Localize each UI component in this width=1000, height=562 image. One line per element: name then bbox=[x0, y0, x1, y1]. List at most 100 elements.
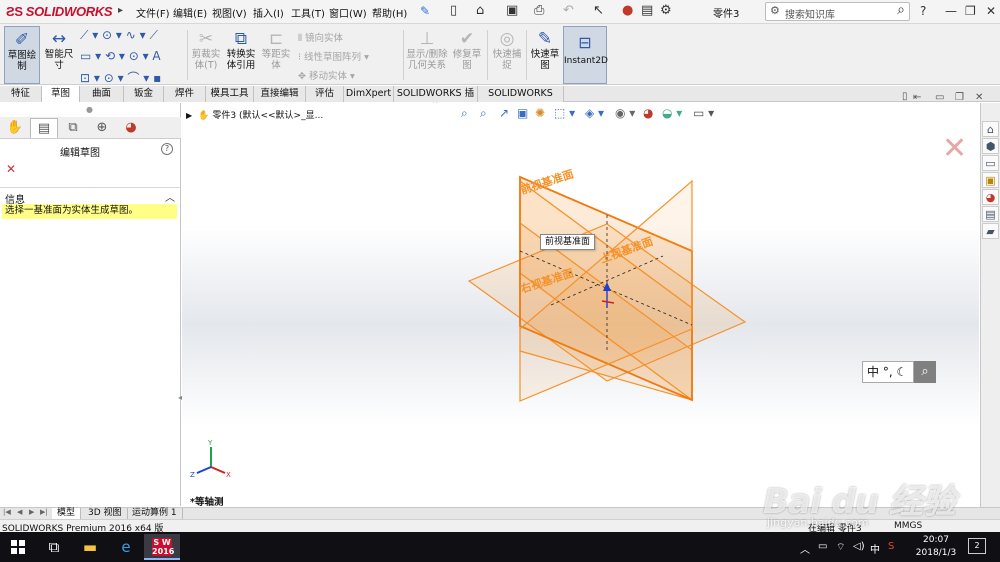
help-icon[interactable]: ? bbox=[161, 143, 173, 155]
pin-icon[interactable]: ✎ bbox=[420, 4, 430, 18]
sketch-button[interactable]: ✐ 草图绘 制 bbox=[4, 26, 40, 84]
linear-pattern-button[interactable]: ⁝ 线性草图阵列 ▾ bbox=[298, 49, 369, 63]
tab-evaluate[interactable]: 评估 bbox=[306, 86, 344, 102]
ime-indicator[interactable]: 中 °, ☾ bbox=[862, 361, 914, 383]
status-units[interactable]: MMGS bbox=[894, 521, 922, 531]
mirror-entities-button[interactable]: ⫴ 镜向实体 bbox=[298, 30, 343, 44]
tab-solidworks-mbd[interactable]: SOLIDWORKS MBD bbox=[478, 86, 564, 114]
close-window-button[interactable]: ✕ bbox=[986, 4, 996, 18]
tab-next-icon[interactable]: ▶ bbox=[29, 508, 34, 516]
minimize-button[interactable]: — bbox=[945, 4, 957, 18]
tab-weldments[interactable]: 焊件 bbox=[164, 86, 206, 102]
trim-entities-button[interactable]: ✂ 剪裁实 体(T) bbox=[190, 26, 222, 84]
tab-last-icon[interactable]: ▶| bbox=[40, 508, 48, 516]
battery-icon[interactable]: ▭ bbox=[818, 541, 827, 552]
viewport-restore-icon[interactable]: ❐ bbox=[955, 92, 964, 103]
file-explorer-icon[interactable]: ▭ bbox=[982, 155, 999, 171]
appearances-icon[interactable]: ◕ bbox=[982, 189, 999, 205]
display-relations-button[interactable]: ⊥ 显示/删除 几何关系 bbox=[405, 26, 449, 84]
help-question-icon[interactable]: ? bbox=[920, 4, 926, 18]
tab-direct-editing[interactable]: 直接编辑 bbox=[254, 86, 306, 102]
status-bar: SOLIDWORKS Premium 2016 x64 版 在编辑 零件3 MM… bbox=[0, 519, 1000, 534]
panel-grip-icon[interactable]: ● bbox=[86, 105, 93, 114]
menu-window[interactable]: 窗口(W) bbox=[329, 5, 367, 20]
tab-sketch[interactable]: 草图 bbox=[42, 86, 80, 102]
file-properties-icon[interactable]: ▤ bbox=[641, 3, 653, 21]
options-gear-icon[interactable]: ⚙ bbox=[660, 3, 672, 21]
menu-tools[interactable]: 工具(T) bbox=[291, 5, 325, 20]
tab-sheet-metal[interactable]: 钣金 bbox=[124, 86, 164, 102]
viewport-back-icon[interactable]: ⇤ bbox=[913, 92, 921, 103]
tray-ime[interactable]: 中 bbox=[870, 541, 880, 556]
custom-properties-icon[interactable]: ▤ bbox=[982, 206, 999, 222]
instant2d-button[interactable]: ⊟ Instant2D bbox=[563, 26, 608, 84]
separator bbox=[187, 30, 188, 80]
design-library-icon[interactable]: ⬢ bbox=[982, 138, 999, 154]
open-folder-icon[interactable]: ⌂ bbox=[476, 3, 484, 21]
move-entities-button[interactable]: ✥ 移动实体 ▾ bbox=[298, 68, 355, 82]
menu-help[interactable]: 帮助(H) bbox=[372, 5, 407, 20]
save-icon[interactable]: ▣ bbox=[506, 3, 518, 21]
triad-z-label: Z bbox=[190, 471, 195, 479]
tab-mold-tools[interactable]: 模具工具 bbox=[206, 86, 254, 102]
info-section-header[interactable]: 信息 ︿ bbox=[0, 187, 181, 206]
convert-entities-button[interactable]: ⧉ 转换实 体引用 bbox=[224, 26, 258, 84]
ime-search-icon[interactable]: ⌕ bbox=[914, 361, 936, 383]
line-tool-icon[interactable]: ⟋ ▾ ⊙ ▾ ∿ ▾ ⟋ bbox=[80, 28, 158, 43]
print-icon[interactable]: ⎙ bbox=[534, 3, 544, 21]
new-document-icon[interactable]: ▯ bbox=[450, 3, 457, 21]
chevron-up-icon[interactable]: ︿ bbox=[165, 189, 175, 204]
edge-browser-icon[interactable]: e bbox=[108, 534, 144, 560]
panel-expand-icon[interactable]: ▯ bbox=[902, 91, 908, 102]
search-input[interactable]: 搜索知识库 bbox=[785, 6, 835, 21]
menu-view[interactable]: 视图(V) bbox=[212, 5, 247, 20]
search-icon[interactable]: ⌕ bbox=[897, 2, 905, 18]
menu-insert[interactable]: 插入(I) bbox=[253, 5, 284, 20]
tab-dimxpert[interactable]: DimXpert bbox=[344, 86, 394, 102]
cancel-close-icon[interactable]: ✕ bbox=[6, 162, 16, 176]
property-manager-tab-icon[interactable]: ▤ bbox=[30, 118, 58, 138]
solidworks-logo[interactable]: ƧS SOLIDWORKS bbox=[6, 4, 113, 19]
menu-edit[interactable]: 编辑(E) bbox=[173, 5, 207, 20]
undo-icon[interactable]: ↶ bbox=[563, 3, 574, 21]
graphics-area[interactable]: ▶ ✋ 零件3 (默认<<默认>_显... ⌕ ⌕ ↗ ▣ ✺ ⬚ ▾ ◈ ▾ ◉ … bbox=[182, 91, 979, 508]
solidworks-taskbar-app[interactable]: S W 2016 bbox=[144, 534, 180, 560]
dimxpert-manager-tab-icon[interactable]: ⊕ bbox=[88, 118, 116, 138]
windows-start-icon[interactable] bbox=[11, 540, 25, 554]
rectangle-tool-icon[interactable]: ▭ ▾ ⟲ ▾ ⊙ ▾ A bbox=[80, 49, 161, 63]
configuration-manager-tab-icon[interactable]: ⧉ bbox=[59, 118, 87, 138]
forum-icon[interactable]: ▰ bbox=[982, 223, 999, 239]
rebuild-traffic-light-icon[interactable]: ● bbox=[622, 3, 633, 21]
file-explorer-taskbar-icon[interactable]: ▬ bbox=[72, 534, 108, 560]
tab-first-icon[interactable]: |◀ bbox=[3, 508, 11, 516]
task-view-icon[interactable]: ⧉ bbox=[36, 534, 72, 560]
select-arrow-icon[interactable]: ↖ bbox=[593, 3, 604, 21]
feature-manager-tab-icon[interactable]: ✋ bbox=[1, 118, 29, 138]
viewport-minimize-icon[interactable]: ▭ bbox=[935, 92, 944, 103]
volume-icon[interactable]: ◁) bbox=[853, 541, 865, 552]
slot-tool-icon[interactable]: ⊡ ▾ ⊙ ▾ ⌒ ▾ ▪ bbox=[80, 69, 161, 86]
menu-file[interactable]: 文件(F) bbox=[136, 5, 170, 20]
offset-entities-button[interactable]: ⊏ 等距实 体 bbox=[260, 26, 292, 84]
repair-sketch-button[interactable]: ✔ 修复草 图 bbox=[451, 26, 483, 84]
restore-button[interactable]: ❐ bbox=[965, 4, 976, 18]
tab-solidworks-addins[interactable]: SOLIDWORKS 插件 bbox=[394, 86, 478, 114]
tab-features[interactable]: 特征 bbox=[0, 86, 42, 102]
solidworks-resources-icon[interactable]: ⌂ bbox=[982, 121, 999, 137]
network-icon[interactable]: ⌔ bbox=[836, 541, 845, 554]
tray-chevron-up-icon[interactable]: ︿ bbox=[800, 541, 810, 556]
taskbar-clock[interactable]: 20:07 2018/1/3 bbox=[914, 534, 958, 560]
sogou-ime-icon[interactable]: S bbox=[888, 541, 894, 552]
quick-snaps-button[interactable]: ◎ 快速捕 捉 bbox=[490, 26, 524, 84]
display-manager-tab-icon[interactable]: ◕ bbox=[117, 118, 145, 138]
view-palette-icon[interactable]: ▣ bbox=[982, 172, 999, 188]
rapid-sketch-button[interactable]: ✎ 快速草 图 bbox=[529, 26, 561, 84]
chevron-right-icon[interactable]: ▸ bbox=[118, 5, 123, 16]
viewport-close-icon[interactable]: ✕ bbox=[975, 92, 983, 103]
search-options-icon[interactable]: ⚙ bbox=[770, 4, 780, 17]
tab-prev-icon[interactable]: ◀ bbox=[17, 508, 22, 516]
search-knowledge-base[interactable]: ⚙ 搜索知识库 ⌕ bbox=[765, 2, 910, 21]
action-center-icon[interactable]: 2 bbox=[968, 538, 986, 554]
smart-dimension-button[interactable]: ↔ 智能尺 寸 bbox=[42, 26, 76, 84]
tab-surfaces[interactable]: 曲面 bbox=[80, 86, 124, 102]
